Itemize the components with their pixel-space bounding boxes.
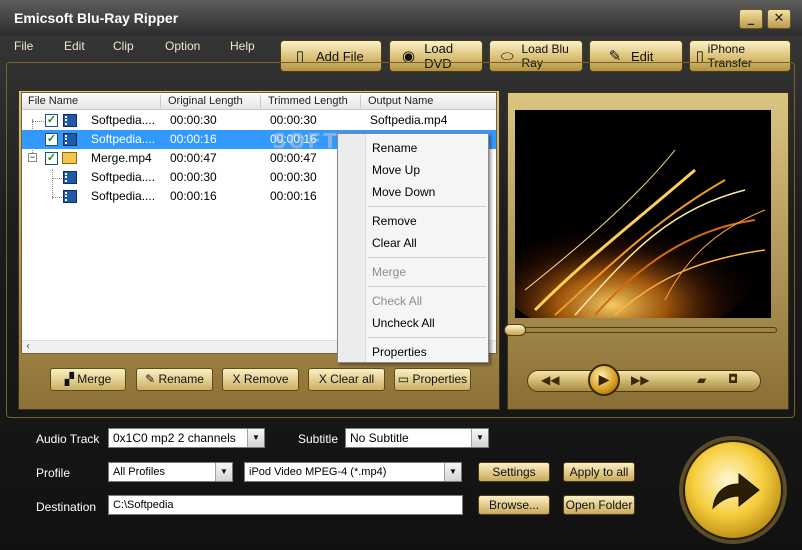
- convert-button[interactable]: [683, 440, 783, 540]
- file-list-header: File Name Original Length Trimmed Length…: [22, 93, 496, 110]
- ctx-move-down[interactable]: Move Down: [372, 185, 435, 199]
- col-output-name[interactable]: Output Name: [368, 95, 433, 107]
- row-file-name: Softpedia....: [91, 132, 156, 146]
- collapse-toggle[interactable]: −: [28, 153, 37, 162]
- merge-icon: ▞: [64, 372, 74, 386]
- convert-arrow-icon: [712, 472, 760, 510]
- col-trimmed-length[interactable]: Trimmed Length: [268, 95, 348, 107]
- open-folder-button[interactable]: Open Folder: [563, 495, 635, 515]
- snapshot-icon[interactable]: ◘: [728, 372, 738, 386]
- properties-button[interactable]: ▭ Properties: [394, 368, 471, 391]
- audio-track-label: Audio Track: [36, 432, 100, 446]
- profile-value: iPod Video MPEG-4 (*.mp4): [249, 466, 387, 478]
- row-trimmed-length: 00:00:16: [270, 189, 317, 203]
- row-checkbox[interactable]: ✓: [45, 152, 58, 165]
- menu-clip[interactable]: Clip: [113, 39, 134, 53]
- app-title: Emicsoft Blu-Ray Ripper: [14, 10, 179, 26]
- clear-all-label: Clear all: [330, 372, 375, 386]
- profile-label: Profile: [36, 466, 71, 480]
- remove-icon: X: [232, 372, 241, 386]
- fast-forward-icon[interactable]: ▶▶: [631, 373, 649, 387]
- context-menu: Rename Move Up Move Down Remove Clear Al…: [337, 133, 489, 363]
- video-file-icon: [63, 133, 77, 146]
- remove-button[interactable]: X Remove: [222, 368, 299, 391]
- menu-option[interactable]: Option: [165, 39, 200, 53]
- video-preview: [515, 110, 771, 318]
- app-window: Emicsoft Blu-Ray Ripper _ ✕ File Edit Cl…: [0, 0, 802, 550]
- profile-category-value: All Profiles: [113, 466, 165, 478]
- ctx-rename[interactable]: Rename: [372, 141, 417, 155]
- menu-file[interactable]: File: [14, 39, 33, 53]
- chevron-down-icon: ▼: [471, 429, 488, 447]
- row-trimmed-length: 00:00:47: [270, 151, 317, 165]
- row-original-length: 00:00:47: [170, 151, 217, 165]
- chevron-down-icon: ▼: [444, 463, 461, 481]
- row-original-length: 00:00:16: [170, 189, 217, 203]
- preview-flame-image: [515, 110, 771, 318]
- row-original-length: 00:00:16: [170, 132, 217, 146]
- row-output-name[interactable]: Softpedia.mp4: [370, 113, 447, 127]
- subtitle-value: No Subtitle: [350, 431, 409, 445]
- ctx-check-all: Check All: [372, 294, 423, 308]
- video-file-icon: [63, 190, 77, 203]
- minimize-button[interactable]: _: [739, 9, 763, 29]
- ctx-clear-all[interactable]: Clear All: [372, 236, 417, 250]
- profile-category-select[interactable]: All Profiles ▼: [108, 462, 233, 482]
- col-original-length[interactable]: Original Length: [168, 95, 243, 107]
- close-button[interactable]: ✕: [767, 9, 791, 29]
- apply-to-all-button[interactable]: Apply to all: [563, 462, 635, 482]
- col-file-name[interactable]: File Name: [28, 95, 78, 107]
- subtitle-select[interactable]: No Subtitle ▼: [345, 428, 489, 448]
- properties-icon: ▭: [397, 372, 410, 386]
- browse-button[interactable]: Browse...: [478, 495, 550, 515]
- seek-slider-track[interactable]: [509, 327, 777, 333]
- destination-input[interactable]: C:\Softpedia: [108, 495, 463, 515]
- chevron-down-icon: ▼: [215, 463, 232, 481]
- seek-slider-thumb[interactable]: [504, 324, 526, 336]
- row-file-name: Merge.mp4: [91, 151, 152, 165]
- play-icon: ▶: [598, 372, 610, 388]
- rewind-icon[interactable]: ◀◀: [541, 373, 559, 387]
- row-checkbox[interactable]: ✓: [45, 133, 58, 146]
- folder-icon: [62, 152, 77, 164]
- audio-track-select[interactable]: 0x1C0 mp2 2 channels ▼: [108, 428, 265, 448]
- rename-label: Rename: [158, 372, 204, 386]
- row-file-name: Softpedia....: [91, 113, 156, 127]
- row-checkbox[interactable]: ✓: [45, 114, 58, 127]
- ctx-uncheck-all[interactable]: Uncheck All: [372, 316, 435, 330]
- profile-select[interactable]: iPod Video MPEG-4 (*.mp4) ▼: [244, 462, 462, 482]
- clear-all-icon: X: [318, 372, 327, 386]
- row-file-name: Softpedia....: [91, 189, 156, 203]
- chevron-down-icon: ▼: [247, 429, 264, 447]
- title-bar[interactable]: Emicsoft Blu-Ray Ripper _ ✕: [0, 0, 802, 36]
- clear-all-button[interactable]: X Clear all: [308, 368, 385, 391]
- row-file-name: Softpedia....: [91, 170, 156, 184]
- play-button[interactable]: ▶: [588, 364, 620, 396]
- row-trimmed-length: 00:00:30: [270, 170, 317, 184]
- video-file-icon: [63, 171, 77, 184]
- merge-label: Merge: [77, 372, 112, 386]
- audio-track-value: 0x1C0 mp2 2 channels: [113, 431, 236, 445]
- video-file-icon: [63, 114, 77, 127]
- row-original-length: 00:00:30: [170, 113, 217, 127]
- scroll-left-icon[interactable]: ‹: [26, 341, 30, 352]
- properties-label: Properties: [412, 372, 468, 386]
- merge-button[interactable]: ▞ Merge: [50, 368, 126, 391]
- file-row-1[interactable]: ✓ Softpedia.... 00:00:30 00:00:30 Softpe…: [22, 111, 496, 130]
- rename-button[interactable]: ✎ Rename: [136, 368, 213, 391]
- row-trimmed-length: 00:00:30: [270, 113, 317, 127]
- open-folder-icon[interactable]: ▰: [697, 373, 706, 387]
- row-original-length: 00:00:30: [170, 170, 217, 184]
- ctx-remove[interactable]: Remove: [372, 214, 417, 228]
- subtitle-label: Subtitle: [298, 432, 339, 446]
- menu-help[interactable]: Help: [230, 39, 255, 53]
- rename-icon: ✎: [145, 372, 156, 386]
- menu-edit[interactable]: Edit: [64, 39, 85, 53]
- destination-label: Destination: [36, 500, 97, 514]
- ctx-properties[interactable]: Properties: [372, 345, 427, 359]
- ctx-move-up[interactable]: Move Up: [372, 163, 420, 177]
- settings-button[interactable]: Settings: [478, 462, 550, 482]
- ctx-merge: Merge: [372, 265, 407, 279]
- remove-label: Remove: [243, 372, 289, 386]
